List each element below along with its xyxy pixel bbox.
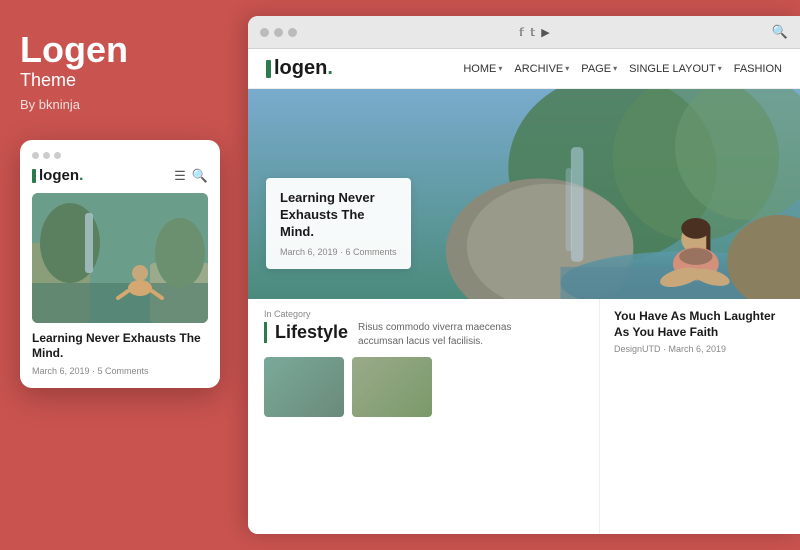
browser-search-icon: 🔍 xyxy=(772,24,788,40)
content-left: In Category Lifestyle Risus commodo vive… xyxy=(248,299,600,534)
facebook-icon: 𝕗 xyxy=(519,26,524,39)
nav-single-layout-label: SINGLE LAYOUT xyxy=(629,63,716,75)
logo-bar-accent xyxy=(32,169,36,183)
hero-article-card: Learning Never Exhausts The Mind. March … xyxy=(266,178,411,269)
site-header: logen. HOME ▾ ARCHIVE ▾ PAGE ▾ SINGLE LA… xyxy=(248,49,800,89)
sidebar-post-title: You Have As Much Laughter As You Have Fa… xyxy=(614,309,786,340)
site-main-content: Learning Never Exhausts The Mind. March … xyxy=(248,89,800,534)
mobile-logo-dot: . xyxy=(79,167,83,185)
post-thumb-1 xyxy=(264,357,344,417)
nav-single-layout[interactable]: SINGLE LAYOUT ▾ xyxy=(629,63,722,75)
below-hero: In Category Lifestyle Risus commodo vive… xyxy=(248,299,800,534)
mobile-window-dots xyxy=(32,152,208,159)
category-in-label: In Category xyxy=(264,309,583,319)
nav-home-label: HOME xyxy=(463,63,496,75)
mobile-nav-icons: ☰ 🔍 xyxy=(174,168,208,184)
mobile-nav-bar: logen. ☰ 🔍 xyxy=(32,167,208,185)
content-posts xyxy=(264,357,583,417)
brand-title: Logen xyxy=(20,30,128,70)
mobile-hero-image xyxy=(32,193,208,323)
nav-fashion-label: FASHION xyxy=(734,63,782,75)
site-logo-bar xyxy=(266,60,271,78)
search-icon: 🔍 xyxy=(192,168,208,184)
browser-window: 𝕗 𝕥 ▶ 🔍 logen. HOME ▾ ARCHIVE ▾ xyxy=(248,16,800,534)
nav-page-arrow: ▾ xyxy=(613,64,617,73)
dot-3 xyxy=(54,152,61,159)
hamburger-icon: ☰ xyxy=(174,168,186,184)
sidebar-post-meta: DesignUTD · March 6, 2019 xyxy=(614,344,786,354)
mobile-logo-text: logen xyxy=(39,167,79,184)
browser-chrome: 𝕗 𝕥 ▶ 🔍 xyxy=(248,16,800,49)
mobile-mockup: logen. ☰ 🔍 xyxy=(20,140,220,388)
category-desc: Risus commodo viverra maecenas accumsan … xyxy=(358,321,518,349)
browser-dot-close xyxy=(260,28,269,37)
nav-page-label: PAGE xyxy=(581,63,611,75)
site-nav: HOME ▾ ARCHIVE ▾ PAGE ▾ SINGLE LAYOUT ▾ … xyxy=(463,63,782,75)
browser-dot-minimize xyxy=(274,28,283,37)
twitter-icon: 𝕥 xyxy=(530,26,535,39)
site-logo: logen. xyxy=(266,57,333,80)
site-logo-dot: . xyxy=(327,57,333,80)
nav-home-arrow: ▾ xyxy=(498,64,502,73)
dot-1 xyxy=(32,152,39,159)
nav-archive-label: ARCHIVE xyxy=(514,63,563,75)
website-content: logen. HOME ▾ ARCHIVE ▾ PAGE ▾ SINGLE LA… xyxy=(248,49,800,534)
hero-article-meta: March 6, 2019 · 6 Comments xyxy=(280,247,397,257)
mobile-article-meta: March 6, 2019 · 5 Comments xyxy=(32,366,208,376)
nav-page[interactable]: PAGE ▾ xyxy=(581,63,617,75)
post-thumb-2 xyxy=(352,357,432,417)
mobile-article-title: Learning Never Exhausts The Mind. xyxy=(32,331,208,362)
dot-2 xyxy=(43,152,50,159)
left-panel: Logen Theme By bkninja logen. ☰ 🔍 xyxy=(0,0,248,550)
hero-article-title: Learning Never Exhausts The Mind. xyxy=(280,190,397,241)
browser-window-controls xyxy=(260,28,297,37)
nav-single-layout-arrow: ▾ xyxy=(718,64,722,73)
site-logo-text: logen xyxy=(274,57,327,80)
nav-fashion[interactable]: FASHION xyxy=(734,63,782,75)
hero-section: Learning Never Exhausts The Mind. March … xyxy=(248,89,800,299)
browser-dot-expand xyxy=(288,28,297,37)
brand-subtitle: Theme xyxy=(20,70,76,91)
browser-social-icons: 𝕗 𝕥 ▶ xyxy=(519,26,550,39)
brand-by: By bkninja xyxy=(20,97,80,112)
youtube-icon: ▶ xyxy=(541,26,549,39)
nav-home[interactable]: HOME ▾ xyxy=(463,63,502,75)
nav-archive[interactable]: ARCHIVE ▾ xyxy=(514,63,569,75)
mobile-logo: logen. xyxy=(32,167,83,185)
category-name: Lifestyle xyxy=(264,322,348,343)
content-right: You Have As Much Laughter As You Have Fa… xyxy=(600,299,800,534)
nav-archive-arrow: ▾ xyxy=(565,64,569,73)
